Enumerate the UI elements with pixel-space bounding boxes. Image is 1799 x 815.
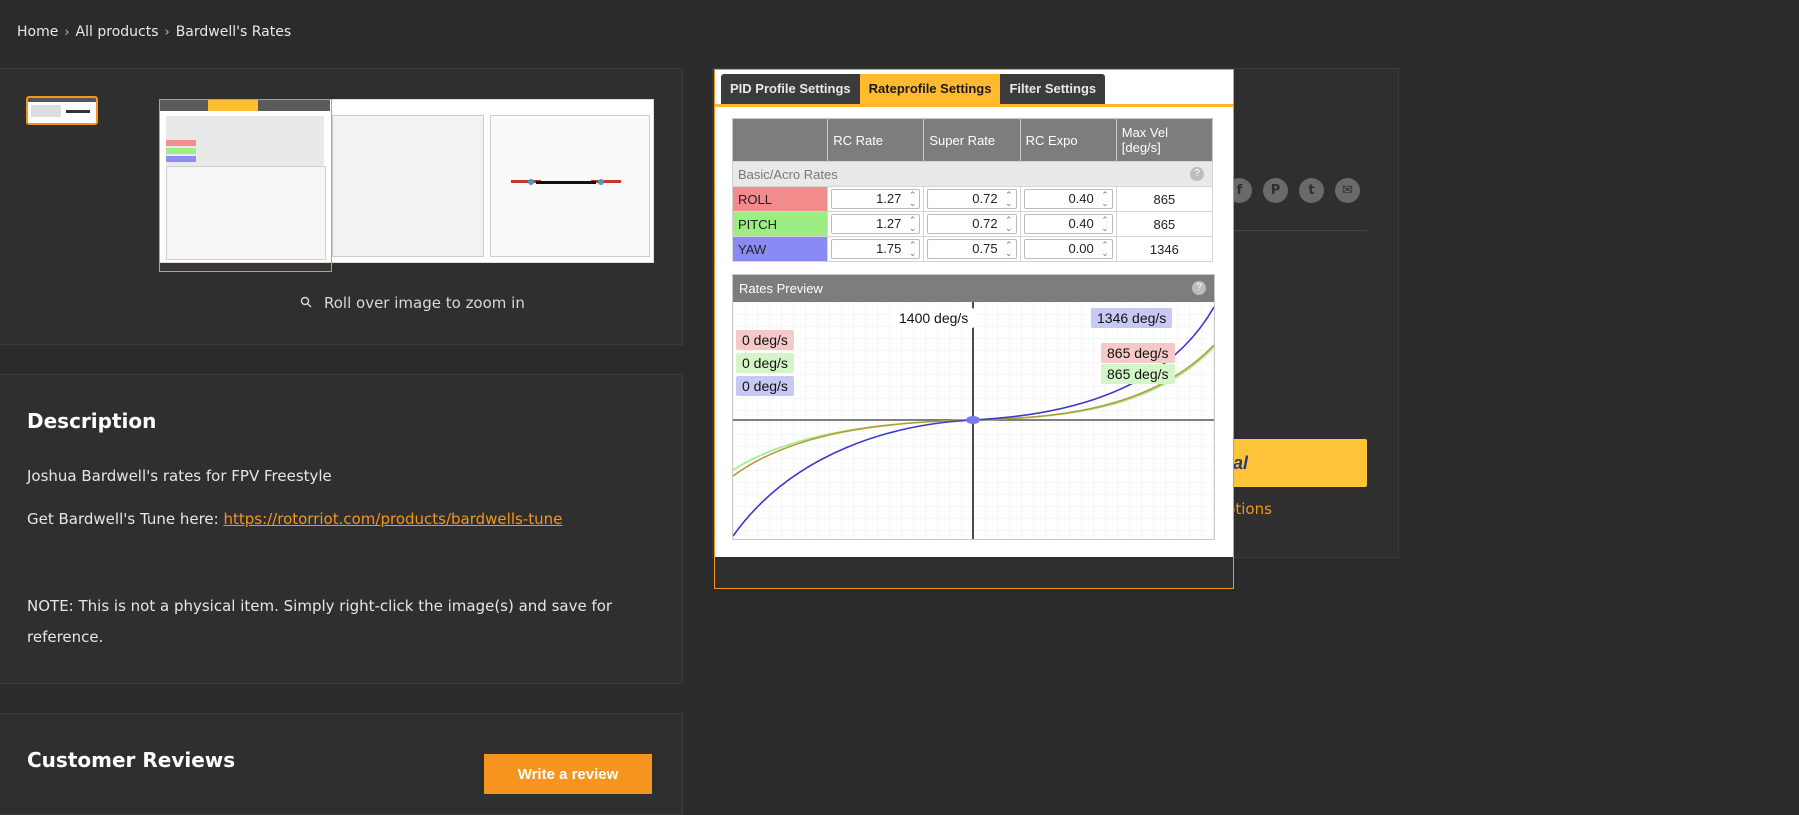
help-icon[interactable]: ?	[1192, 281, 1206, 295]
pitch-max-label: 865 deg/s	[1101, 364, 1175, 384]
breadcrumb-separator: ›	[64, 24, 70, 40]
axis-label-roll: ROLL	[731, 186, 829, 212]
settings-tabbar: PID Profile Settings Rateprofile Setting…	[715, 70, 1233, 106]
tab-rateprofile-settings[interactable]: Rateprofile Settings	[859, 74, 1001, 104]
gallery-thumbnail[interactable]	[26, 96, 98, 125]
table-row: YAW 1.75 ⌃ ⌄ 0.75 ⌃ ⌄ 0.00 ⌃ ⌄ 1346	[731, 236, 1214, 262]
scale-label: 1400 deg/s	[893, 308, 975, 328]
description-tune-line: Get Bardwell's Tune here: https://rotorr…	[27, 510, 562, 528]
super-rate-input[interactable]: 0.72 ⌃ ⌄	[927, 214, 1017, 234]
yaw-max-label: 1346 deg/s	[1091, 308, 1173, 328]
super-rate-input[interactable]: 0.72 ⌃ ⌄	[927, 189, 1017, 209]
tab-filter-settings[interactable]: Filter Settings	[1000, 74, 1105, 104]
twitter-icon[interactable]: t	[1299, 178, 1324, 203]
stepper-icon[interactable]: ⌃ ⌄	[1101, 191, 1109, 208]
breadcrumb-home[interactable]: Home	[17, 24, 58, 40]
breadcrumb: Home › All products › Bardwell's Rates	[17, 24, 291, 40]
table-header-rc-expo: RC Expo	[1020, 118, 1117, 162]
max-vel-value: 1346	[1115, 236, 1214, 262]
divider	[1230, 230, 1367, 231]
rc-expo-input[interactable]: 0.00 ⌃ ⌄	[1023, 239, 1113, 259]
reviews-panel: Customer Reviews Write a review	[0, 713, 683, 815]
help-icon[interactable]: ?	[1190, 166, 1204, 181]
rc-rate-input[interactable]: 1.27 ⌃ ⌄	[831, 189, 921, 209]
rateprofile-body: RC Rate Super Rate RC Expo Max Vel [deg/…	[715, 107, 1233, 557]
pitch-rate-label: 0 deg/s	[736, 353, 794, 373]
rc-rate-input[interactable]: 1.75 ⌃ ⌄	[831, 239, 921, 259]
rates-preview-title: Rates Preview	[739, 281, 823, 296]
yaw-rate-label: 0 deg/s	[736, 376, 794, 396]
rc-expo-input[interactable]: 0.40 ⌃ ⌄	[1023, 214, 1113, 234]
rc-expo-input[interactable]: 0.40 ⌃ ⌄	[1023, 189, 1113, 209]
rc-rate-input[interactable]: 1.27 ⌃ ⌄	[831, 214, 921, 234]
table-row: PITCH 1.27 ⌃ ⌄ 0.72 ⌃ ⌄ 0.40 ⌃ ⌄ 865	[731, 211, 1214, 237]
search-icon	[300, 294, 312, 312]
zoom-window-footer	[715, 557, 1233, 588]
email-icon[interactable]: ✉	[1335, 178, 1360, 203]
max-vel-value: 865	[1115, 211, 1214, 237]
zoom-hint-text: Roll over image to zoom in	[324, 294, 525, 312]
zoom-hint: Roll over image to zoom in	[300, 294, 525, 312]
roll-rate-label: 0 deg/s	[736, 330, 794, 350]
breadcrumb-all-products[interactable]: All products	[76, 24, 159, 40]
breadcrumb-separator: ›	[164, 24, 170, 40]
stepper-icon[interactable]: ⌃ ⌄	[1101, 216, 1109, 233]
graph-center-marker	[966, 416, 980, 424]
tune-link[interactable]: https://rotorriot.com/products/bardwells…	[223, 510, 562, 528]
roll-max-label: 865 deg/s	[1101, 343, 1175, 363]
axis-label-yaw: YAW	[731, 236, 829, 262]
stepper-icon[interactable]: ⌃ ⌄	[909, 241, 917, 258]
table-header-rc-rate: RC Rate	[827, 118, 925, 162]
stepper-icon[interactable]: ⌃ ⌄	[1005, 241, 1013, 258]
table-header-axis	[732, 118, 829, 162]
stepper-icon[interactable]: ⌃ ⌄	[1005, 216, 1013, 233]
zoom-lens[interactable]	[159, 99, 332, 272]
table-section-label: Basic/Acro Rates	[738, 166, 838, 182]
table-row: ROLL 1.27 ⌃ ⌄ 0.72 ⌃ ⌄ 0.40 ⌃ ⌄ 865	[731, 186, 1214, 212]
description-note: NOTE: This is not a physical item. Simpl…	[27, 597, 613, 646]
description-panel: Description Joshua Bardwell's rates for …	[0, 374, 683, 684]
stepper-icon[interactable]: ⌃ ⌄	[1005, 191, 1013, 208]
table-header-max-vel: Max Vel [deg/s]	[1116, 118, 1214, 162]
description-title: Description	[27, 409, 157, 433]
zoom-window: PID Profile Settings Rateprofile Setting…	[714, 69, 1234, 589]
table-header-super-rate: Super Rate	[923, 118, 1021, 162]
stepper-icon[interactable]: ⌃ ⌄	[909, 191, 917, 208]
pinterest-icon[interactable]: P	[1263, 178, 1288, 203]
rates-curve-graph	[733, 302, 1214, 539]
max-vel-value: 865	[1115, 186, 1214, 212]
rates-table: RC Rate Super Rate RC Expo Max Vel [deg/…	[731, 118, 1214, 262]
rates-preview-header: Rates Preview ?	[733, 275, 1214, 302]
write-review-button[interactable]: Write a review	[484, 754, 652, 794]
rates-preview: Rates Preview ? 1400 deg/s 0 deg/s 0 deg…	[732, 274, 1215, 540]
super-rate-input[interactable]: 0.75 ⌃ ⌄	[927, 239, 1017, 259]
tab-pid-profile-settings[interactable]: PID Profile Settings	[721, 74, 860, 104]
reviews-title: Customer Reviews	[27, 748, 236, 772]
stepper-icon[interactable]: ⌃ ⌄	[909, 216, 917, 233]
description-tune-prefix: Get Bardwell's Tune here:	[27, 510, 224, 528]
description-line: Joshua Bardwell's rates for FPV Freestyl…	[27, 467, 332, 485]
table-section-row: Basic/Acro Rates ?	[732, 161, 1213, 187]
axis-label-pitch: PITCH	[731, 211, 829, 237]
stepper-icon[interactable]: ⌃ ⌄	[1101, 241, 1109, 258]
breadcrumb-current: Bardwell's Rates	[175, 24, 292, 40]
